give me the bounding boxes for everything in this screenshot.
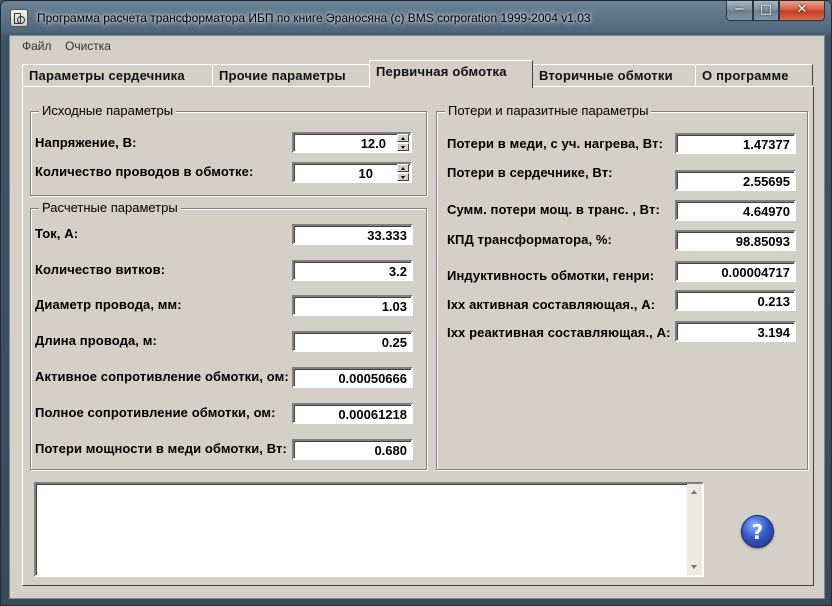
active-resistance-field[interactable]: 0.00050666 — [292, 367, 413, 388]
wires-spinner[interactable] — [397, 164, 409, 181]
menu-clear[interactable]: Очистка — [65, 39, 111, 53]
window-title: Программа расчета трансформатора ИБП по … — [37, 11, 591, 25]
wire-diameter-label: Диаметр провода, мм: — [35, 297, 182, 312]
spin-up-icon[interactable] — [397, 164, 409, 172]
maximize-button[interactable]: □ — [753, 1, 779, 21]
scroll-down-icon[interactable] — [691, 565, 697, 569]
spin-up-icon[interactable] — [397, 134, 409, 142]
wire-length-field[interactable]: 0.25 — [292, 331, 413, 352]
tab-other-params[interactable]: Прочие параметры — [212, 64, 370, 86]
idle-active-label: Iхх активная составляющая., А: — [447, 297, 656, 312]
turns-field[interactable]: 3.2 — [292, 260, 413, 281]
idle-reactive-label: Iхх реактивная составляющая., А: — [447, 325, 671, 340]
app-window: Программа расчета трансформатора ИБП по … — [0, 0, 832, 606]
menu-bar: Файл Очистка — [10, 36, 824, 56]
copper-loss-heat-field[interactable]: 1.47377 — [675, 133, 796, 154]
core-loss-field[interactable]: 2.55695 — [675, 170, 796, 191]
core-loss-label: Потери в сердечнике, Вт: — [447, 165, 613, 180]
tab-strip: Параметры сердечника Прочие параметры Пе… — [10, 56, 824, 90]
minimize-button[interactable]: − — [726, 1, 753, 21]
input-params-title: Исходные параметры — [39, 103, 177, 118]
current-field[interactable]: 33.333 — [292, 224, 413, 245]
tab-core-params[interactable]: Параметры сердечника — [22, 64, 213, 86]
client-area: Файл Очистка Параметры сердечника Прочие… — [9, 35, 825, 599]
total-resistance-label: Полное сопротивление обмотки, ом: — [35, 405, 276, 420]
tab-primary-winding[interactable]: Первичная обмотка — [369, 60, 533, 88]
minimize-icon: − — [734, 2, 745, 17]
wires-count-label: Количество проводов в обмотке: — [35, 164, 254, 179]
wire-length-label: Длина провода, м: — [35, 333, 157, 348]
scroll-up-icon[interactable] — [691, 490, 697, 494]
close-icon: ✕ — [796, 2, 808, 17]
spin-down-icon[interactable] — [397, 143, 409, 151]
copper-loss-label: Потери мощности в меди обмотки, Вт: — [35, 441, 287, 456]
wires-count-value: 10 — [358, 166, 373, 181]
voltage-input[interactable]: 12.0 — [292, 132, 412, 153]
help-icon: ? — [751, 520, 764, 544]
total-loss-field[interactable]: 4.64970 — [675, 200, 796, 221]
active-resistance-label: Активное сопротивление обмотки, ом: — [35, 369, 289, 384]
total-resistance-field[interactable]: 0.00061218 — [292, 403, 413, 424]
window-controls: − □ ✕ — [726, 1, 825, 23]
app-icon[interactable] — [10, 9, 28, 27]
idle-reactive-field[interactable]: 3.194 — [675, 321, 796, 342]
log-memo[interactable] — [34, 482, 704, 577]
total-loss-label: Сумм. потери мощ. в транс. , Вт: — [447, 202, 660, 217]
calc-params-group: Расчетные параметры Ток, А: 33.333 Колич… — [30, 200, 427, 470]
spin-down-icon[interactable] — [397, 173, 409, 181]
turns-label: Количество витков: — [35, 262, 166, 277]
memo-scrollbar[interactable] — [687, 484, 702, 575]
inductance-label: Индуктивность обмотки, генри: — [447, 268, 655, 283]
close-button[interactable]: ✕ — [779, 1, 825, 21]
input-params-group: Исходные параметры Напряжение, В: 12.0 К… — [30, 103, 427, 196]
menu-file[interactable]: Файл — [22, 39, 52, 53]
tab-about[interactable]: О программе — [695, 64, 813, 86]
wire-diameter-field[interactable]: 1.03 — [292, 295, 413, 316]
voltage-spinner[interactable] — [397, 134, 409, 151]
efficiency-label: КПД трансформатора, %: — [447, 232, 612, 247]
title-bar[interactable]: Программа расчета трансформатора ИБП по … — [1, 1, 831, 35]
maximize-icon: □ — [759, 2, 773, 17]
inductance-field[interactable]: 0.00004717 — [675, 261, 796, 282]
voltage-value: 12.0 — [360, 136, 386, 151]
wires-count-input[interactable]: 10 — [292, 162, 412, 183]
tab-secondary-windings[interactable]: Вторичные обмотки — [532, 64, 696, 86]
copper-loss-heat-label: Потери в меди, с уч. нагрева, Вт: — [447, 136, 664, 151]
losses-group: Потери и паразитные параметры Потери в м… — [436, 103, 808, 470]
idle-active-field[interactable]: 0.213 — [675, 290, 796, 311]
efficiency-field[interactable]: 98.85093 — [675, 230, 796, 251]
calc-params-title: Расчетные параметры — [39, 200, 181, 215]
copper-loss-field[interactable]: 0.680 — [292, 439, 413, 460]
help-button[interactable]: ? — [741, 515, 774, 548]
losses-title: Потери и паразитные параметры — [445, 103, 652, 118]
voltage-label: Напряжение, В: — [35, 135, 137, 150]
current-label: Ток, А: — [35, 226, 79, 241]
